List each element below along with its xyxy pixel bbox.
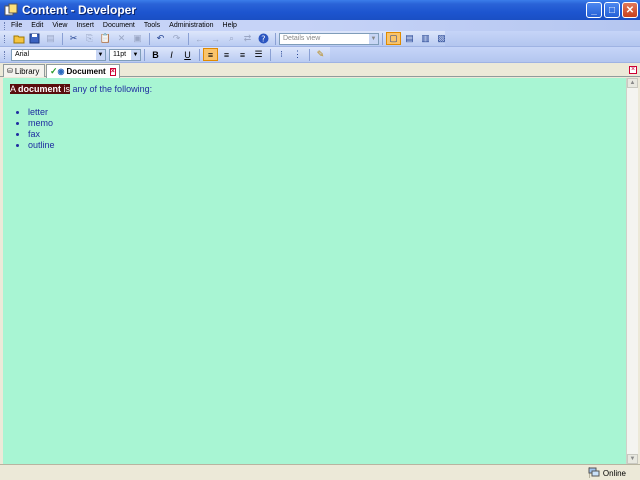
- view-combo[interactable]: Details view ▼: [279, 32, 379, 45]
- standard-toolbar: ▤ ✂ ⎘ 📋 ✕ ▣ ↶ ↷ ← → ⌕ ⇄ ? Details view ▼…: [0, 31, 640, 47]
- forward-icon[interactable]: →: [208, 32, 223, 45]
- font-combo[interactable]: Arial ▼: [11, 48, 106, 61]
- svg-text:?: ?: [261, 35, 265, 44]
- list-item: memo: [28, 118, 619, 129]
- selected-text: A document is: [10, 84, 71, 94]
- menu-edit[interactable]: Edit: [31, 22, 43, 29]
- align-center-icon[interactable]: ≡: [219, 48, 234, 61]
- network-icon: [588, 467, 600, 479]
- maximize-button[interactable]: □: [604, 2, 620, 18]
- close-all-icon[interactable]: ×: [629, 66, 637, 74]
- globe-icon: ◉: [57, 67, 65, 76]
- align-left-icon[interactable]: ≡: [203, 48, 218, 61]
- menu-document[interactable]: Document: [103, 22, 135, 29]
- bold-button[interactable]: B: [148, 48, 163, 61]
- redo-icon[interactable]: ↷: [169, 32, 184, 45]
- paste-icon[interactable]: 📋: [98, 32, 113, 45]
- menu-bar: File Edit View Insert Document Tools Adm…: [0, 20, 640, 31]
- tab-library[interactable]: ⛁ Library: [3, 64, 45, 77]
- undo-icon[interactable]: ↶: [153, 32, 168, 45]
- selected-article: A: [10, 84, 19, 94]
- underline-button[interactable]: U: [180, 48, 195, 61]
- minimize-button[interactable]: _: [586, 2, 602, 18]
- numbered-list-icon[interactable]: ⋮: [290, 48, 305, 61]
- vertical-scrollbar[interactable]: ▲ ▼: [626, 78, 638, 464]
- chevron-down-icon: ▼: [96, 49, 105, 60]
- menu-grip[interactable]: [4, 21, 7, 30]
- tab-library-label: Library: [14, 66, 40, 76]
- scroll-up-icon[interactable]: ▲: [627, 78, 638, 88]
- menu-insert[interactable]: Insert: [76, 22, 94, 29]
- chevron-down-icon: ▼: [369, 33, 378, 44]
- bullet-list-icon[interactable]: ⁝: [274, 48, 289, 61]
- scroll-down-icon[interactable]: ▼: [627, 454, 638, 464]
- status-bar: Online: [0, 464, 640, 480]
- title-bar: Content - Developer _ □ ✕: [0, 0, 640, 20]
- justify-icon[interactable]: ☰: [251, 48, 266, 61]
- app-icon: [4, 3, 18, 17]
- font-combo-value: Arial: [15, 51, 30, 58]
- copy-icon[interactable]: ⎘: [82, 32, 97, 45]
- help-icon[interactable]: ?: [256, 32, 271, 45]
- connection-status: Online: [588, 467, 626, 479]
- cut-icon[interactable]: ✂: [66, 32, 81, 45]
- formatting-grip[interactable]: [4, 50, 7, 59]
- status-text: Online: [602, 468, 626, 478]
- list-item: fax: [28, 129, 619, 140]
- tab-document[interactable]: ✓ ◉ Document ×: [46, 64, 120, 78]
- document-list: letter memo fax outline: [28, 107, 619, 151]
- paragraph-rest: any of the following:: [70, 84, 153, 94]
- layout-single-icon[interactable]: ▢: [386, 32, 401, 45]
- list-item: letter: [28, 107, 619, 118]
- view-combo-value: Details view: [283, 35, 321, 42]
- layout-vertical-icon[interactable]: ▥: [418, 32, 433, 45]
- intro-paragraph: A document is any of the following:: [10, 84, 619, 94]
- delete-icon[interactable]: ✕: [114, 32, 129, 45]
- selected-word: document: [18, 84, 62, 94]
- find-icon[interactable]: ⌕: [224, 32, 239, 45]
- size-combo[interactable]: 11pt ▼: [109, 48, 141, 61]
- menu-administration[interactable]: Administration: [169, 22, 213, 29]
- back-icon[interactable]: ←: [192, 32, 207, 45]
- toolbar-grip[interactable]: [4, 34, 7, 43]
- highlight-icon[interactable]: ✎: [313, 48, 328, 61]
- window-title: Content - Developer: [22, 3, 137, 17]
- open-folder-icon[interactable]: [11, 32, 26, 45]
- tab-strip: ⛁ Library ✓ ◉ Document × ×: [0, 63, 640, 78]
- replace-icon[interactable]: ⇄: [240, 32, 255, 45]
- size-combo-value: 11pt: [113, 51, 127, 58]
- properties-icon[interactable]: ▣: [130, 32, 145, 45]
- formatting-toolbar: Arial ▼ 11pt ▼ B I U ≡ ≡ ≡ ☰ ⁝ ⋮ ✎ ◈: [0, 47, 640, 63]
- document-editor[interactable]: A document is any of the following: lett…: [3, 78, 626, 464]
- menu-help[interactable]: Help: [223, 22, 237, 29]
- tab-document-label: Document: [66, 67, 106, 76]
- save-all-icon[interactable]: ▤: [43, 32, 58, 45]
- italic-button[interactable]: I: [164, 48, 179, 61]
- list-item: outline: [28, 140, 619, 151]
- chevron-down-icon: ▼: [131, 49, 140, 60]
- menu-view[interactable]: View: [52, 22, 67, 29]
- align-right-icon[interactable]: ≡: [235, 48, 250, 61]
- checkmark-icon: ✓: [50, 66, 58, 76]
- library-icon: ⛁: [7, 68, 13, 75]
- menu-tools[interactable]: Tools: [144, 22, 160, 29]
- close-tab-icon[interactable]: ×: [109, 67, 116, 76]
- close-button[interactable]: ✕: [622, 2, 638, 18]
- layout-horizontal-icon[interactable]: ▤: [402, 32, 417, 45]
- selected-verb: is: [61, 84, 71, 94]
- menu-file[interactable]: File: [11, 22, 22, 29]
- save-icon[interactable]: [27, 32, 42, 45]
